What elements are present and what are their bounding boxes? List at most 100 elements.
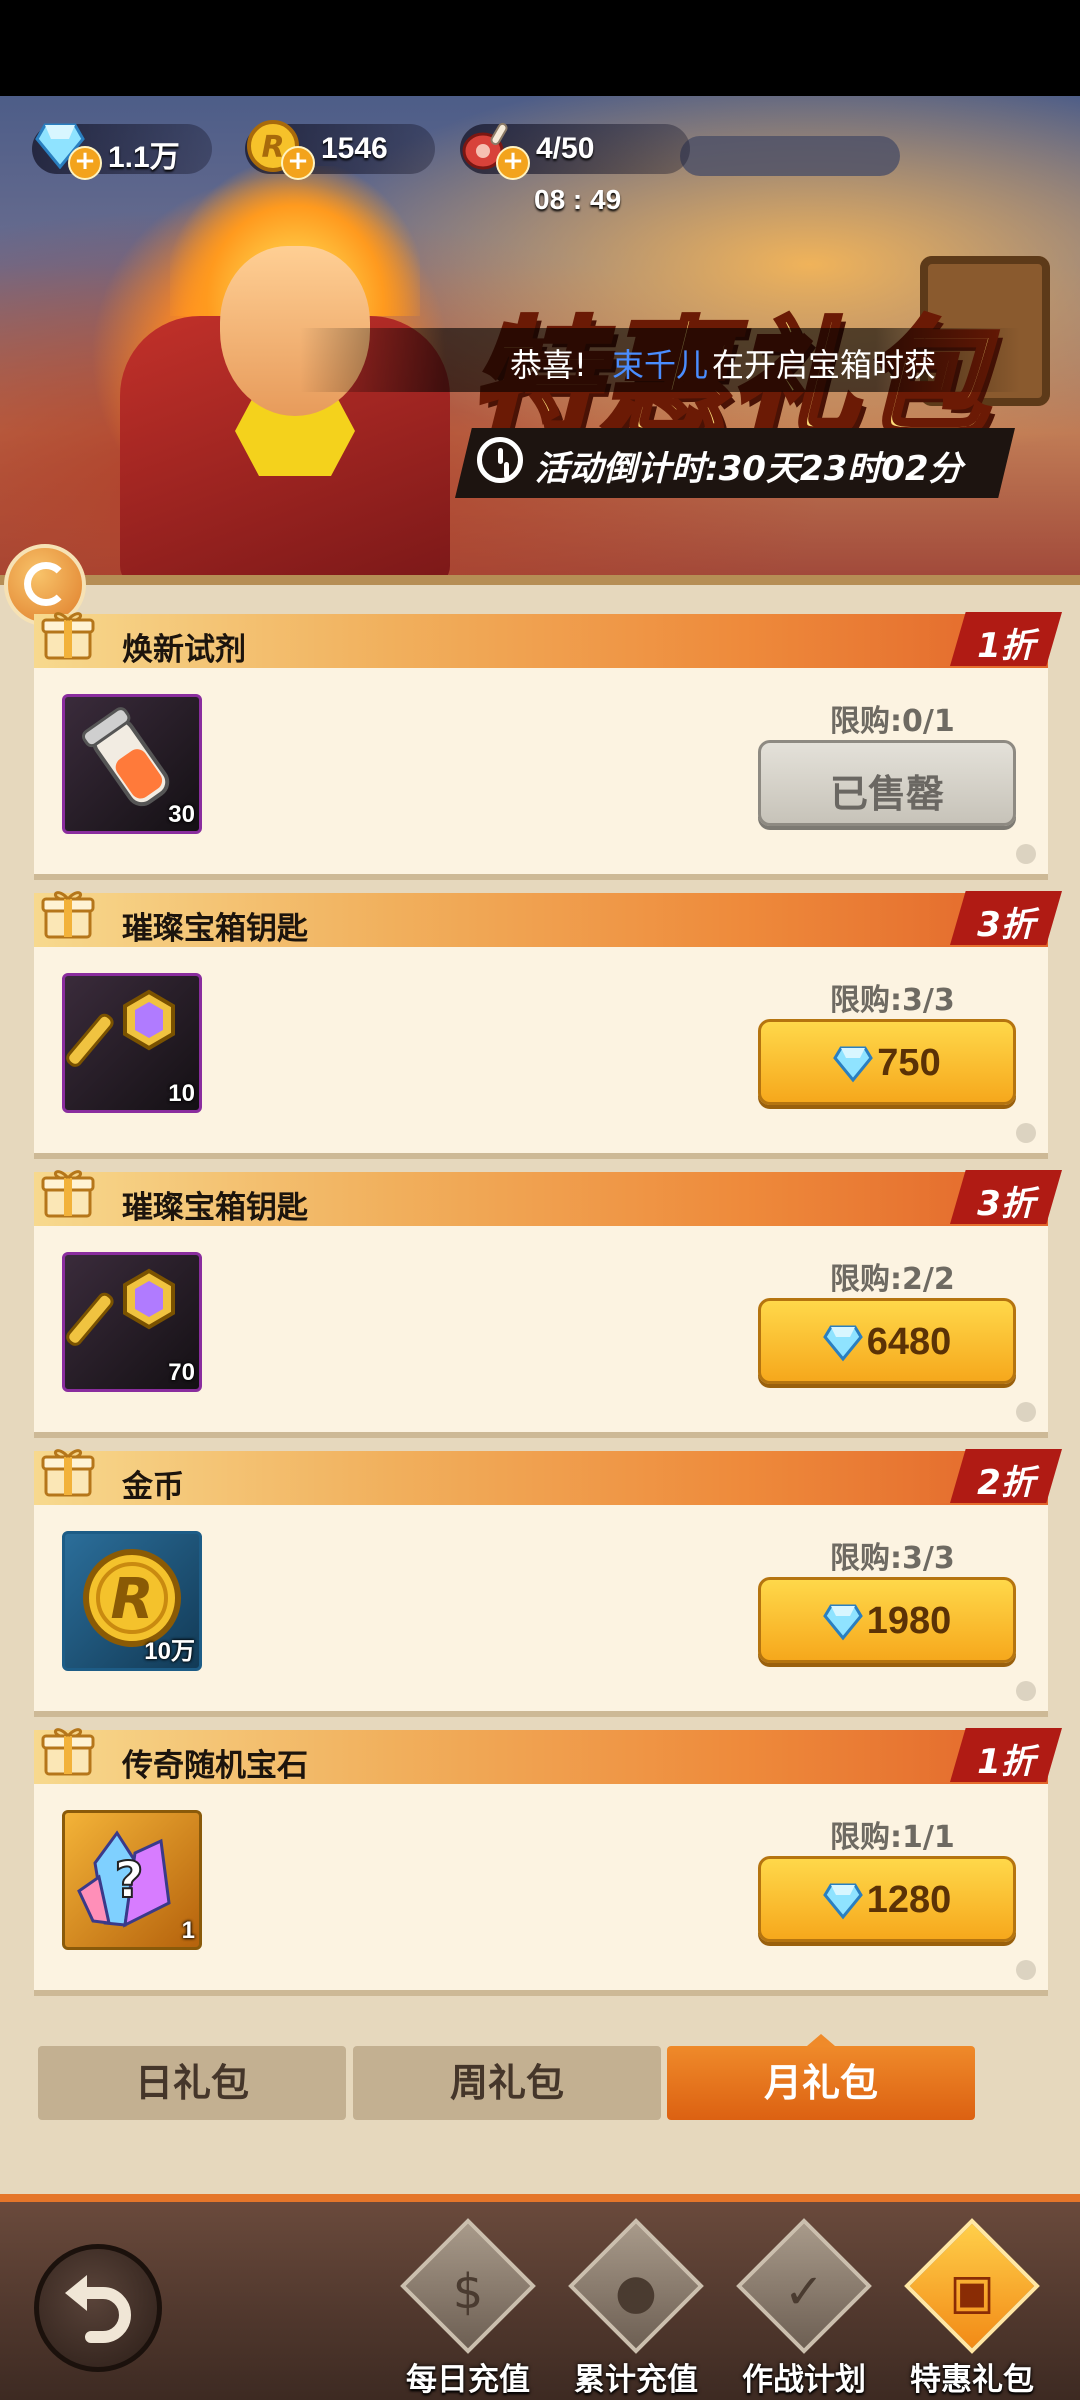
buy-button[interactable]: 1980 (758, 1577, 1016, 1663)
price-label: 6480 (866, 1321, 952, 1363)
purchase-limit: 限购:0/1 (830, 704, 955, 739)
pack-card: 璀璨宝箱钥匙 3折 10 限购:3/3 750 (34, 891, 1062, 1159)
discount-badge: 1折 (950, 612, 1062, 666)
pack-name: 璀璨宝箱钥匙 (122, 1190, 308, 1226)
pack-name: 焕新试剂 (122, 632, 246, 668)
item-quantity: 10万 (144, 1638, 195, 1665)
marquee-player-name: 束千儿 (612, 346, 709, 384)
nav-label: 累计充值 (574, 2362, 698, 2398)
gift-box-icon (40, 885, 96, 941)
buy-button[interactable]: 1280 (758, 1856, 1016, 1942)
corner-dot (1016, 1681, 1036, 1701)
calendar-check-icon: ✓ (783, 2264, 825, 2320)
tab-weekly-pack[interactable]: 周礼包 (353, 2046, 661, 2120)
pack-name: 璀璨宝箱钥匙 (122, 911, 308, 947)
gift-box-icon (40, 1443, 96, 1499)
stamina-value: 4/50 (536, 132, 595, 165)
nav-special-pack[interactable]: ▣ 特惠礼包 (892, 2218, 1052, 2398)
corner-dot (1016, 844, 1036, 864)
price-label: 1980 (866, 1600, 952, 1642)
discount-badge: 2折 (950, 1449, 1062, 1503)
discount-label: 1折 (977, 1742, 1035, 1782)
buy-button[interactable]: 750 (758, 1019, 1016, 1105)
purchase-limit: 限购:1/1 (830, 1820, 955, 1855)
pack-item-slot[interactable]: 30 (62, 694, 202, 834)
gift-box-icon (40, 606, 96, 662)
coins-value: 1546 (321, 132, 388, 165)
discount-label: 3折 (977, 905, 1035, 945)
tab-daily-pack[interactable]: 日礼包 (38, 2046, 346, 2120)
discount-badge: 3折 (950, 1170, 1062, 1224)
add-gems-icon[interactable]: + (68, 146, 102, 180)
pack-item-slot[interactable]: 10 (62, 973, 202, 1113)
item-quantity: 70 (168, 1359, 195, 1386)
pack-body: R 10万 限购:3/3 1980 (34, 1505, 1048, 1711)
bottom-nav: $ 每日充值 ● 累计充值 ✓ 作战计划 ▣ 特惠礼包 (0, 2194, 1080, 2400)
tab-monthly-pack[interactable]: 月礼包 (667, 2034, 975, 2120)
pack-body: ? 1 限购:1/1 1280 (34, 1784, 1048, 1990)
panel-divider (0, 575, 1080, 585)
gift-box-icon (40, 1722, 96, 1778)
discount-badge: 3折 (950, 891, 1062, 945)
pack-item-slot[interactable]: ? 1 (62, 1810, 202, 1950)
nav-label: 每日充值 (406, 2362, 530, 2398)
sold-out-label: 已售罄 (829, 774, 944, 816)
nav-label: 特惠礼包 (910, 2362, 1034, 2398)
swirl-icon (24, 562, 68, 606)
pack-body: 10 限购:3/3 750 (34, 947, 1048, 1153)
sold-out-button: 已售罄 (758, 740, 1016, 826)
stamina-timer: 08 : 49 (534, 184, 622, 215)
corner-dot (1016, 1960, 1036, 1980)
dollar-icon: $ (452, 2264, 484, 2320)
nav-label: 作战计划 (742, 2362, 866, 2398)
pack-name: 金币 (122, 1469, 184, 1505)
purchase-limit: 限购:3/3 (830, 983, 955, 1018)
clock-icon (477, 437, 523, 483)
status-bar (0, 0, 1080, 96)
back-button[interactable] (34, 2244, 162, 2372)
event-countdown: 活动倒计时:30天23时02分 (455, 428, 1015, 498)
discount-label: 1折 (977, 626, 1035, 666)
event-banner: + 1.1万 R + 1546 + 4/50 08 : 49 特惠礼包 恭喜! … (0, 96, 1080, 578)
add-stamina-icon[interactable]: + (496, 146, 530, 180)
stamina-resource[interactable]: + 4/50 (460, 122, 690, 180)
marquee-suffix: 在开启宝箱时获 (712, 346, 937, 384)
gift-box-icon (40, 1164, 96, 1220)
discount-label: 3折 (977, 1184, 1035, 1224)
coins-resource[interactable]: R + 1546 (245, 120, 435, 180)
nav-cumulative-recharge[interactable]: ● 累计充值 (556, 2218, 716, 2398)
pack-card: 金币 2折 R 10万 限购:3/3 1980 (34, 1449, 1062, 1717)
item-quantity: 30 (168, 801, 195, 828)
corner-dot (1016, 1123, 1036, 1143)
purchase-limit: 限购:3/3 (830, 1541, 955, 1576)
discount-badge: 1折 (950, 1728, 1062, 1782)
price-label: 1280 (866, 1879, 952, 1921)
add-coins-icon[interactable]: + (281, 146, 315, 180)
pack-card: 璀璨宝箱钥匙 3折 70 限购:2/2 6480 (34, 1170, 1062, 1438)
airplane-art (680, 136, 900, 176)
pack-header (34, 1451, 1048, 1505)
pack-item-slot[interactable]: R 10万 (62, 1531, 202, 1671)
piggy-bank-icon: ● (615, 2264, 657, 2320)
pack-body: 70 限购:2/2 6480 (34, 1226, 1048, 1432)
gem-crystal-icon: ? (65, 1830, 199, 1947)
marquee-prefix: 恭喜! (510, 346, 587, 384)
pack-card: 传奇随机宝石 1折 ? 1 限购:1/1 1280 (34, 1728, 1062, 1996)
undo-arrow-icon (65, 2275, 131, 2343)
buy-button[interactable]: 6480 (758, 1298, 1016, 1384)
corner-dot (1016, 1402, 1036, 1422)
pack-name: 传奇随机宝石 (122, 1748, 308, 1784)
price-label: 750 (877, 1042, 941, 1084)
pack-item-slot[interactable]: 70 (62, 1252, 202, 1392)
countdown-text: 活动倒计时:30天23时02分 (535, 449, 963, 489)
svg-text:R: R (110, 1567, 153, 1632)
pack-card: 焕新试剂 1折 30 限购:0/1 已售罄 (34, 612, 1062, 880)
purchase-limit: 限购:2/2 (830, 1262, 955, 1297)
nav-daily-recharge[interactable]: $ 每日充值 (388, 2218, 548, 2398)
discount-label: 2折 (977, 1463, 1035, 1503)
gems-resource[interactable]: + 1.1万 (32, 123, 212, 180)
gift-icon: ▣ (949, 2264, 995, 2320)
nav-battle-plan[interactable]: ✓ 作战计划 (724, 2218, 884, 2398)
pack-body: 30 限购:0/1 已售罄 (34, 668, 1048, 874)
item-quantity: 10 (168, 1080, 195, 1107)
